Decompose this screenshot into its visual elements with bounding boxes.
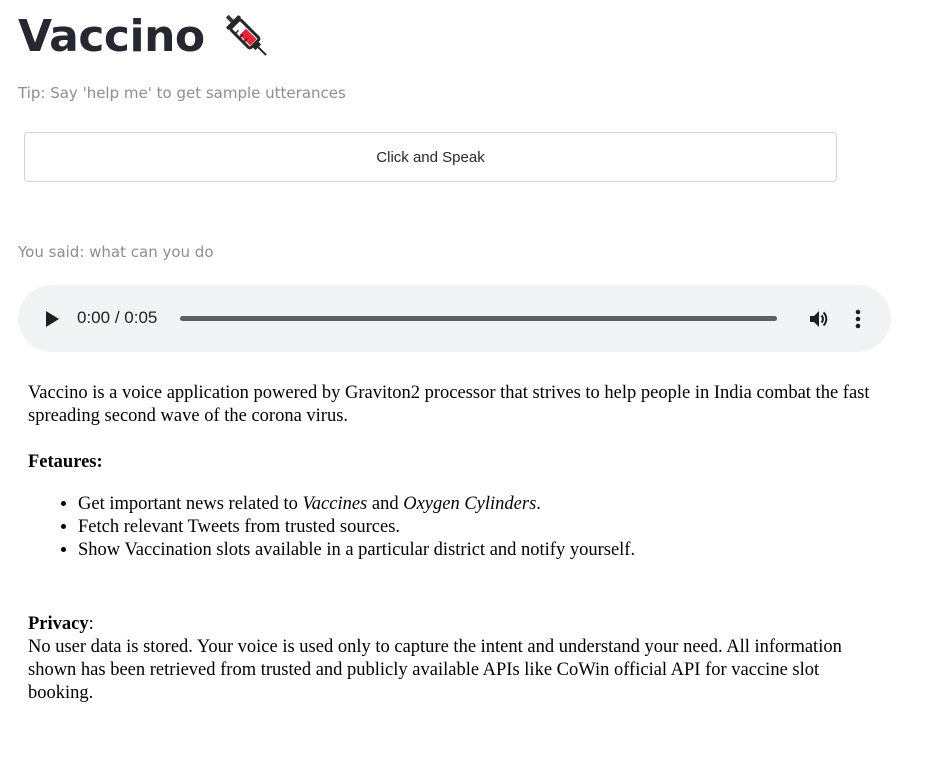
time-display: 0:00 / 0:05 [77, 308, 157, 328]
audio-player: 0:00 / 0:05 [18, 285, 891, 352]
feature-text: Get important news related to [78, 494, 303, 514]
current-time: 0:00 [77, 308, 111, 327]
description-section: Vaccino is a voice application powered b… [28, 382, 888, 705]
title-text: Vaccino [18, 10, 205, 62]
privacy-text: No user data is stored. Your voice is us… [28, 637, 842, 703]
progress-fill [180, 316, 777, 321]
more-vert-icon[interactable] [852, 307, 864, 331]
list-item: Fetch relevant Tweets from trusted sourc… [78, 516, 888, 539]
play-icon[interactable] [42, 309, 62, 329]
progress-bar[interactable] [180, 316, 777, 321]
feature-text: . [536, 494, 541, 514]
feature-emphasis: Vaccines [302, 494, 368, 514]
feature-text: and [367, 494, 404, 514]
duration: 0:05 [124, 308, 158, 327]
privacy-section: Privacy: No user data is stored. Your voi… [28, 613, 888, 705]
intro-paragraph: Vaccino is a voice application powered b… [28, 383, 870, 426]
feature-emphasis: Oxygen Cylinders [403, 494, 537, 514]
you-said-text: You said: what can you do [18, 243, 214, 261]
time-separator: / [110, 308, 125, 327]
page-title: Vaccino [18, 8, 275, 64]
privacy-colon: : [88, 614, 94, 634]
privacy-heading: Privacy [28, 614, 89, 634]
volume-icon[interactable] [807, 307, 831, 331]
list-item: Get important news related to Vaccines a… [78, 493, 888, 516]
tip-text: Tip: Say 'help me' to get sample utteran… [18, 84, 346, 102]
features-list: Get important news related to Vaccines a… [28, 493, 888, 562]
features-heading: Fetaures: [28, 452, 103, 472]
list-item: Show Vaccination slots available in a pa… [78, 539, 888, 562]
syringe-icon [219, 8, 275, 64]
click-and-speak-button[interactable]: Click and Speak [24, 132, 837, 182]
